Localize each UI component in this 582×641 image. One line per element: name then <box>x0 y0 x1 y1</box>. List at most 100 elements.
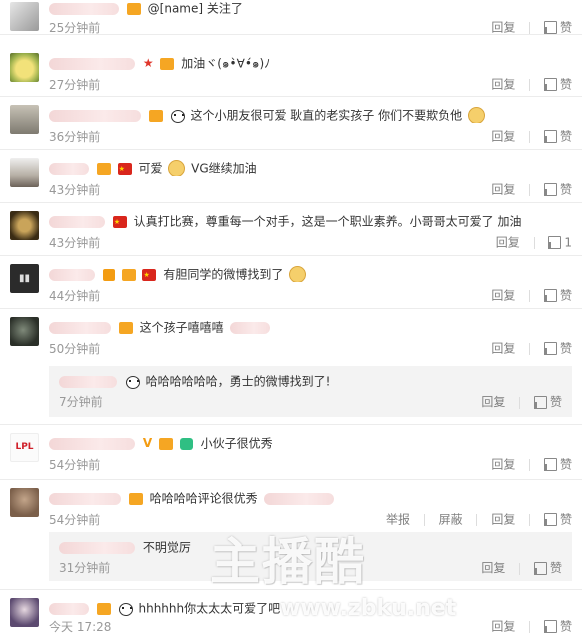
reply-button[interactable]: 回复 <box>491 21 515 35</box>
comment-item: ★ 加油ヾ(๑•̀∀•́๑)ﾉ 27分钟前 回复 赞 <box>0 45 582 97</box>
reply-time: 31分钟前 <box>59 561 111 575</box>
reply-button[interactable]: 回复 <box>491 130 515 144</box>
avatar[interactable] <box>10 158 39 187</box>
star-icon: ★ <box>142 56 154 70</box>
comment-item: 哈哈哈哈评论很优秀 54分钟前 举报 屏蔽 回复 赞 不明觉厉 31分钟前 回复… <box>0 480 582 590</box>
username[interactable] <box>49 57 135 70</box>
username[interactable] <box>49 437 135 450</box>
username[interactable] <box>49 268 95 281</box>
username[interactable] <box>49 2 119 15</box>
china-flag-icon <box>142 267 157 282</box>
reply-time: 7分钟前 <box>59 395 103 409</box>
like-button[interactable]: 赞 <box>533 395 562 409</box>
username[interactable] <box>49 162 89 175</box>
username[interactable] <box>49 602 89 615</box>
comment-item: 可爱 VG继续加油 43分钟前 回复 赞 <box>0 150 582 203</box>
like-count: 1 <box>564 235 572 250</box>
avatar[interactable] <box>10 317 39 346</box>
thumbs-up-icon <box>543 458 557 472</box>
like-button[interactable]: 赞 <box>543 288 572 303</box>
comment-item: ▮▮ 有胆同学的微博找到了 44分钟前 回复 赞 <box>0 256 582 309</box>
reply-button[interactable]: 回复 <box>496 236 520 250</box>
vip-badge <box>128 492 143 505</box>
thumbs-up-icon <box>548 236 562 250</box>
comment-time: 27分钟前 <box>49 78 101 92</box>
thumbs-up-icon <box>543 513 557 527</box>
comment-text: @[name] 关注了 <box>147 1 243 16</box>
comment-text: 加油ヾ(๑•̀∀•́๑)ﾉ <box>181 56 271 71</box>
vip-badge <box>160 57 175 70</box>
reply-button[interactable]: 回复 <box>491 620 515 634</box>
avatar[interactable] <box>10 598 39 627</box>
doge-emoji-icon <box>467 107 485 123</box>
thumbs-up-icon <box>543 342 557 356</box>
avatar[interactable] <box>10 488 39 517</box>
reply-button[interactable]: 回复 <box>491 458 515 472</box>
comment-time: 36分钟前 <box>49 130 101 144</box>
china-flag-icon <box>117 161 132 176</box>
vip-badge <box>96 602 111 615</box>
like-button[interactable]: 赞 <box>543 619 572 634</box>
username[interactable] <box>49 321 111 334</box>
reply-button[interactable]: 回复 <box>491 183 515 197</box>
mention-username[interactable] <box>229 321 270 334</box>
reply-username[interactable] <box>59 541 135 554</box>
like-button[interactable]: 1 <box>548 235 572 250</box>
lpl-logo-icon: LPL <box>15 442 34 452</box>
china-flag-icon <box>112 214 127 229</box>
reply-text: 不明觉厉 <box>142 540 191 555</box>
reply-button[interactable]: 回复 <box>491 289 515 303</box>
reply-button[interactable]: 回复 <box>481 561 505 575</box>
like-button[interactable]: 赞 <box>543 129 572 144</box>
username[interactable] <box>49 215 105 228</box>
v-badge-icon <box>102 268 115 281</box>
like-button[interactable]: 赞 <box>543 182 572 197</box>
comment-item: @[name] 关注了 25分钟前 回复 赞 <box>0 0 582 35</box>
mention-username[interactable] <box>263 492 334 505</box>
comment-item: 这个孩子嘻嘻嘻 50分钟前 回复 赞 哈哈哈哈哈哈，勇士的微博找到了! 7分钟前… <box>0 309 582 425</box>
thumbs-up-icon <box>543 21 557 35</box>
comment-text: 可爱 <box>138 161 163 176</box>
comment-text: 小伙子很优秀 <box>200 436 273 451</box>
thumbs-up-icon <box>543 183 557 197</box>
username[interactable] <box>49 492 121 505</box>
comment-text: 这个小朋友很可爱 耿直的老实孩子 你们不要欺负他 <box>190 108 463 123</box>
report-button[interactable]: 举报 <box>386 513 410 527</box>
reply-button[interactable]: 回复 <box>491 513 515 527</box>
like-button[interactable]: 赞 <box>543 20 572 35</box>
comment-text: 这个孩子嘻嘻嘻 <box>139 320 224 335</box>
comment-time: 43分钟前 <box>49 236 101 250</box>
comment-time: 今天 17:28 <box>49 620 112 634</box>
username[interactable] <box>49 109 141 122</box>
like-button[interactable]: 赞 <box>533 561 562 575</box>
avatar[interactable] <box>10 2 39 31</box>
vip-badge <box>118 321 133 334</box>
green-badge-icon <box>179 437 193 450</box>
vip-badge <box>158 437 173 450</box>
comment-item: hhhhhh你太太太可爱了吧 今天 17:28 回复 赞 <box>0 590 582 641</box>
vip-badge <box>148 109 163 122</box>
like-button[interactable]: 赞 <box>543 512 572 527</box>
vip-badge <box>126 2 141 15</box>
verified-v-icon: V <box>142 436 153 450</box>
avatar[interactable]: LPL <box>10 433 39 462</box>
avatar[interactable]: ▮▮ <box>10 264 39 293</box>
panda-icon <box>125 375 140 389</box>
comment-time: 50分钟前 <box>49 342 101 356</box>
avatar[interactable] <box>10 53 39 82</box>
like-button[interactable]: 赞 <box>543 341 572 356</box>
reply-button[interactable]: 回复 <box>481 395 505 409</box>
comment-text: 有胆同学的微博找到了 <box>163 267 284 282</box>
reply-username[interactable] <box>59 375 117 388</box>
comment-item: LPL V 小伙子很优秀 54分钟前 回复 赞 <box>0 425 582 480</box>
avatar[interactable] <box>10 211 39 240</box>
like-button[interactable]: 赞 <box>543 77 572 92</box>
reply-button[interactable]: 回复 <box>491 78 515 92</box>
comment-text: 认真打比赛，尊重每一个对手，这是一个职业素养。小哥哥太可爱了 加油 <box>133 214 522 229</box>
like-button[interactable]: 赞 <box>543 457 572 472</box>
reply-button[interactable]: 回复 <box>491 342 515 356</box>
avatar[interactable] <box>10 105 39 134</box>
block-button[interactable]: 屏蔽 <box>439 513 463 527</box>
reply-box: 不明觉厉 31分钟前 回复 赞 <box>49 532 572 581</box>
doge-emoji-icon <box>289 266 307 282</box>
